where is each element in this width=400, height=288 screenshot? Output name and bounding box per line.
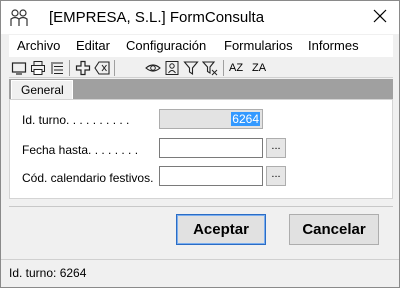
filter-icon[interactable] [183, 60, 199, 76]
print-icon[interactable] [30, 60, 46, 76]
fecha-hasta-input[interactable] [159, 138, 263, 158]
menu-bar: Archivo Editar Configuración Formularios… [9, 35, 393, 57]
sort-asc-icon[interactable]: AZ [229, 60, 249, 76]
id-turno-label: Id. turno. . . . . . . . . . [22, 113, 130, 127]
view-icon[interactable] [145, 60, 161, 76]
toolbar-separator [114, 60, 115, 76]
status-text: Id. turno: 6264 [9, 266, 87, 280]
tab-general-label: General [21, 83, 64, 97]
toolbar-separator [223, 60, 224, 76]
divider [9, 206, 393, 207]
form-panel: Id. turno. . . . . . . . . . 6264 Fecha … [9, 99, 393, 199]
menu-formularios[interactable]: Formularios [224, 38, 293, 53]
id-turno-input[interactable]: 6264 [159, 109, 263, 129]
id-turno-value: 6264 [231, 112, 260, 126]
cancel-button[interactable]: Cancelar [289, 214, 379, 245]
accept-button[interactable]: Aceptar [176, 214, 266, 245]
record-icon[interactable] [164, 60, 180, 76]
sort-desc-icon[interactable]: ZA [252, 60, 272, 76]
screen-icon[interactable] [11, 60, 27, 76]
calendario-input[interactable] [159, 166, 263, 186]
fecha-hasta-browse-button[interactable]: ... [266, 138, 286, 158]
status-bar: Id. turno: 6264 [1, 259, 399, 287]
delete-icon[interactable] [94, 60, 110, 76]
clear-filter-icon[interactable] [202, 60, 218, 76]
add-icon[interactable] [75, 60, 91, 76]
menu-editar[interactable]: Editar [76, 38, 110, 53]
menu-informes[interactable]: Informes [308, 38, 359, 53]
app-window: [EMPRESA, S.L.] FormConsulta Archivo Edi… [0, 0, 400, 288]
fecha-hasta-label: Fecha hasta. . . . . . . . [22, 143, 139, 157]
list-icon[interactable] [49, 60, 65, 76]
toolbar-separator [69, 60, 70, 76]
tab-general[interactable]: General [11, 80, 73, 100]
close-icon[interactable] [371, 7, 389, 25]
menu-configuracion[interactable]: Configuración [126, 38, 206, 53]
window-title: [EMPRESA, S.L.] FormConsulta [49, 9, 265, 26]
menu-archivo[interactable]: Archivo [17, 38, 60, 53]
toolbar: AZ ZA [9, 58, 393, 78]
title-bar[interactable]: [EMPRESA, S.L.] FormConsulta [1, 1, 399, 34]
calendario-browse-button[interactable]: ... [266, 166, 286, 186]
app-icon [9, 8, 29, 28]
tab-strip: General [9, 79, 393, 100]
calendario-label: Cód. calendario festivos. [22, 171, 154, 185]
